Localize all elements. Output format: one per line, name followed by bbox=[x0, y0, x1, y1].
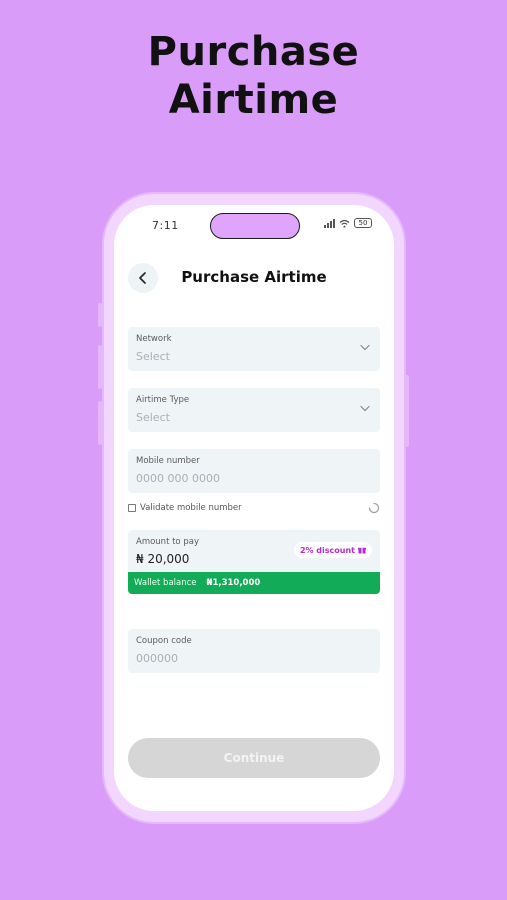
hero-title: Purchase Airtime bbox=[0, 28, 507, 124]
discount-badge: 2% discount bbox=[293, 542, 372, 558]
validate-mobile-row: Validate mobile number bbox=[128, 502, 380, 514]
amount-card: Amount to pay ₦ 20,000 2% discount Walle… bbox=[128, 530, 380, 594]
page-title: Purchase Airtime bbox=[181, 268, 327, 286]
network-select[interactable]: Network Select bbox=[128, 327, 380, 371]
status-icons: 50 bbox=[324, 218, 372, 228]
gift-icon bbox=[358, 547, 366, 554]
spinner-icon bbox=[368, 502, 380, 514]
validate-mobile-checkbox[interactable] bbox=[128, 504, 136, 512]
mobile-number-input[interactable]: Mobile number 0000 000 0000 bbox=[128, 449, 380, 493]
chevron-down-icon bbox=[360, 344, 370, 351]
wallet-balance-bar: Wallet balance ₦1,310,000 bbox=[128, 572, 380, 594]
airtime-type-label: Airtime Type bbox=[136, 395, 190, 405]
discount-text: 2% discount bbox=[299, 545, 355, 555]
chevron-down-icon bbox=[360, 405, 370, 412]
coupon-code-label: Coupon code bbox=[136, 636, 192, 646]
coupon-code-input[interactable]: Coupon code 000000 bbox=[128, 629, 380, 673]
continue-button[interactable]: Continue bbox=[128, 738, 380, 778]
wallet-balance-label: Wallet balance bbox=[134, 578, 197, 588]
battery-icon: 50 bbox=[354, 218, 372, 228]
airtime-type-placeholder: Select bbox=[136, 411, 170, 424]
coupon-code-placeholder: 000000 bbox=[136, 652, 178, 665]
network-placeholder: Select bbox=[136, 350, 170, 363]
mobile-number-label: Mobile number bbox=[136, 456, 200, 466]
airtime-type-select[interactable]: Airtime Type Select bbox=[128, 388, 380, 432]
network-label: Network bbox=[136, 334, 172, 344]
signal-icon bbox=[324, 218, 335, 228]
validate-mobile-label: Validate mobile number bbox=[140, 503, 242, 513]
hero-title-line2: Airtime bbox=[168, 77, 339, 123]
dynamic-island bbox=[210, 213, 300, 239]
amount-value: ₦ 20,000 bbox=[136, 552, 190, 566]
wifi-icon bbox=[339, 219, 350, 228]
phone-screen: 7:11 50 Purchase Airtime Network Select … bbox=[114, 205, 394, 811]
hero-title-line1: Purchase bbox=[147, 29, 360, 75]
wallet-balance-amount: ₦1,310,000 bbox=[206, 578, 261, 588]
amount-label: Amount to pay bbox=[136, 537, 199, 547]
mobile-number-placeholder: 0000 000 0000 bbox=[136, 472, 220, 485]
status-time: 7:11 bbox=[152, 219, 179, 232]
